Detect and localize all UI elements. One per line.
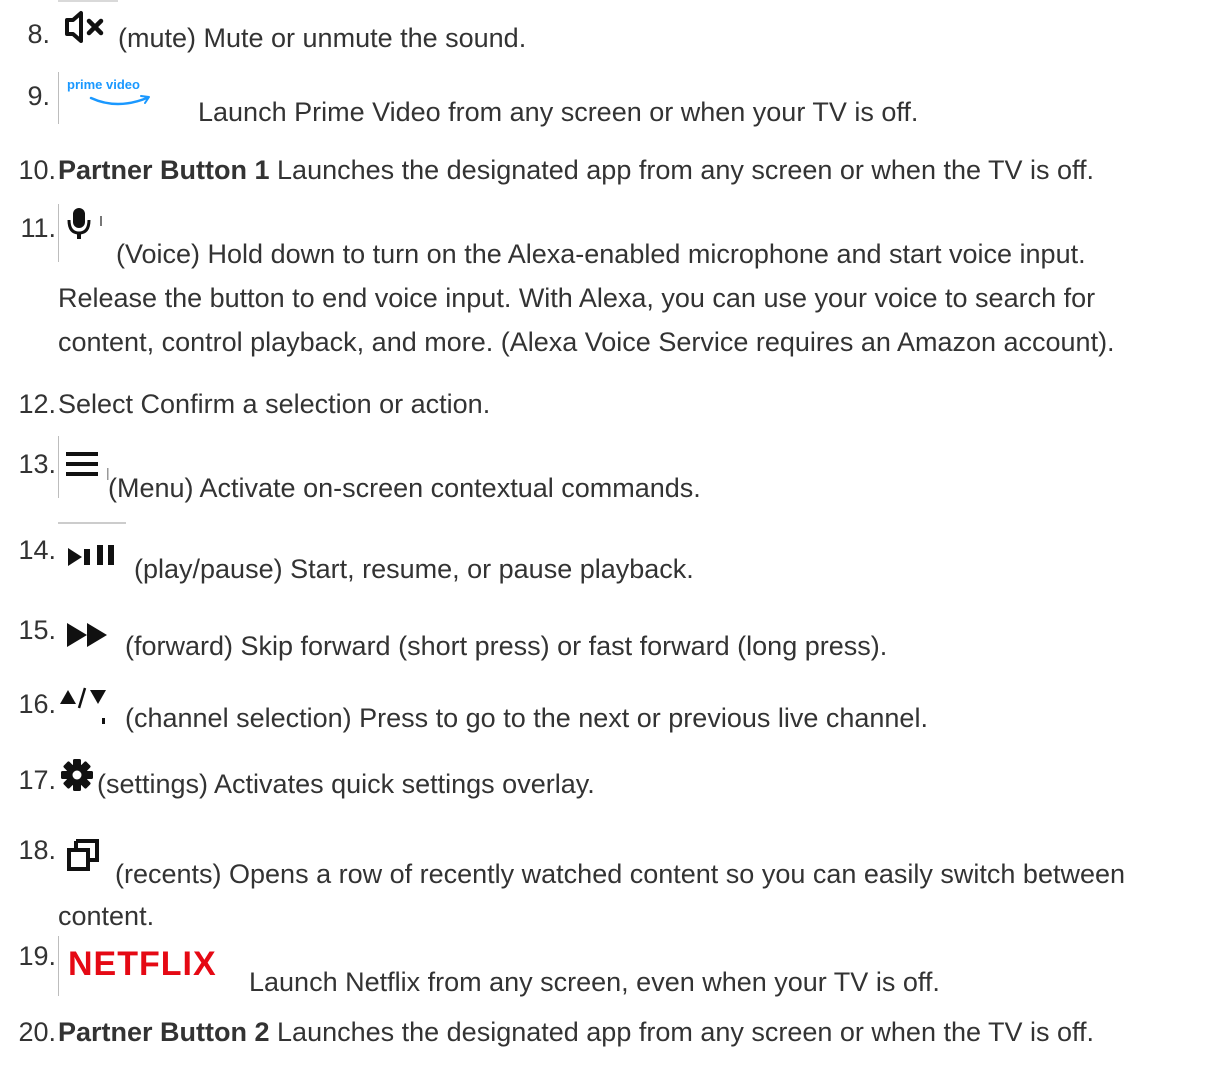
menu-icon	[66, 448, 110, 499]
channel-up-down-icon	[58, 686, 122, 737]
item-text: (Voice) Hold down to turn on the Alexa-e…	[116, 239, 1086, 269]
list-item: 14. (play/pause) Start, resume, or pause…	[0, 522, 1220, 590]
item-text-line-2: Release the button to end voice input. W…	[58, 283, 1096, 313]
item-text: Launches the designated app from any scr…	[269, 155, 1095, 185]
item-text-line-3: content, control playback, and more. (Al…	[58, 327, 1115, 357]
list-item: 9. prime video Launch Prime Video from a…	[0, 72, 1220, 132]
list-item: 17. (settings) Activates quick settings …	[0, 758, 1220, 814]
item-text: (play/pause) Start, resume, or pause pla…	[134, 554, 694, 584]
recents-icon	[66, 838, 102, 883]
item-text: (forward) Skip forward (short press) or …	[125, 631, 888, 661]
list-item: 10. Partner Button 1 Launches the design…	[0, 150, 1220, 190]
list-item: 15. (forward) Skip forward (short press)…	[0, 606, 1220, 666]
item-number: 13.	[18, 449, 56, 479]
item-text: Launches the designated app from any scr…	[269, 1017, 1095, 1047]
item-text: Launch Prime Video from any screen or wh…	[198, 97, 919, 127]
item-number: 18.	[18, 835, 56, 865]
partner-button-label: Partner Button 1	[58, 155, 270, 185]
list-item: 13. (Menu) Activate on-screen contextual…	[0, 436, 1220, 504]
microphone-icon	[64, 206, 106, 253]
mute-icon	[63, 10, 109, 55]
list-item: 19. NETFLIX Launch Netflix from any scre…	[0, 926, 1220, 1006]
item-number: 11.	[20, 213, 56, 243]
fast-forward-icon	[67, 618, 119, 658]
item-number: 16.	[18, 689, 56, 719]
item-number: 10.	[18, 155, 56, 185]
list-item: 11. (Voice) Hold down to turn on the Ale…	[0, 204, 1220, 368]
item-text: (settings) Activates quick settings over…	[97, 769, 595, 799]
list-item: 8. (mute) Mute or unmute the sound.	[0, 0, 1220, 70]
partner-button-label: Partner Button 2	[58, 1017, 270, 1047]
item-text: (mute) Mute or unmute the sound.	[118, 23, 527, 53]
play-pause-icon	[68, 540, 124, 580]
item-text: (Menu) Activate on-screen contextual com…	[108, 473, 701, 503]
item-text: Launch Netflix from any screen, even whe…	[249, 967, 940, 997]
list-item: 12. Select Confirm a selection or action…	[0, 384, 1220, 424]
list-item: 20. Partner Button 2 Launches the design…	[0, 1012, 1220, 1052]
prime-video-logo: prime video	[67, 78, 177, 114]
item-number: 17.	[18, 765, 56, 795]
item-number: 20.	[18, 1017, 56, 1047]
item-number: 14.	[18, 535, 56, 565]
item-number: 8.	[27, 19, 50, 49]
gear-icon	[60, 758, 94, 803]
list-item: 16. (channel selection) Press to go to t…	[0, 682, 1220, 738]
netflix-logo: NETFLIX	[68, 945, 217, 983]
list-item: 18. (recents) Opens a row of recently wa…	[0, 830, 1220, 931]
item-number: 12.	[18, 389, 56, 419]
item-text: (recents) Opens a row of recently watche…	[115, 859, 1126, 889]
item-number: 19.	[18, 941, 56, 971]
prime-video-logo-text: prime video	[67, 77, 140, 92]
item-number: 15.	[18, 615, 56, 645]
item-text: Select Confirm a selection or action.	[58, 389, 491, 419]
item-number: 9.	[27, 81, 50, 111]
item-text: (channel selection) Press to go to the n…	[125, 703, 928, 733]
